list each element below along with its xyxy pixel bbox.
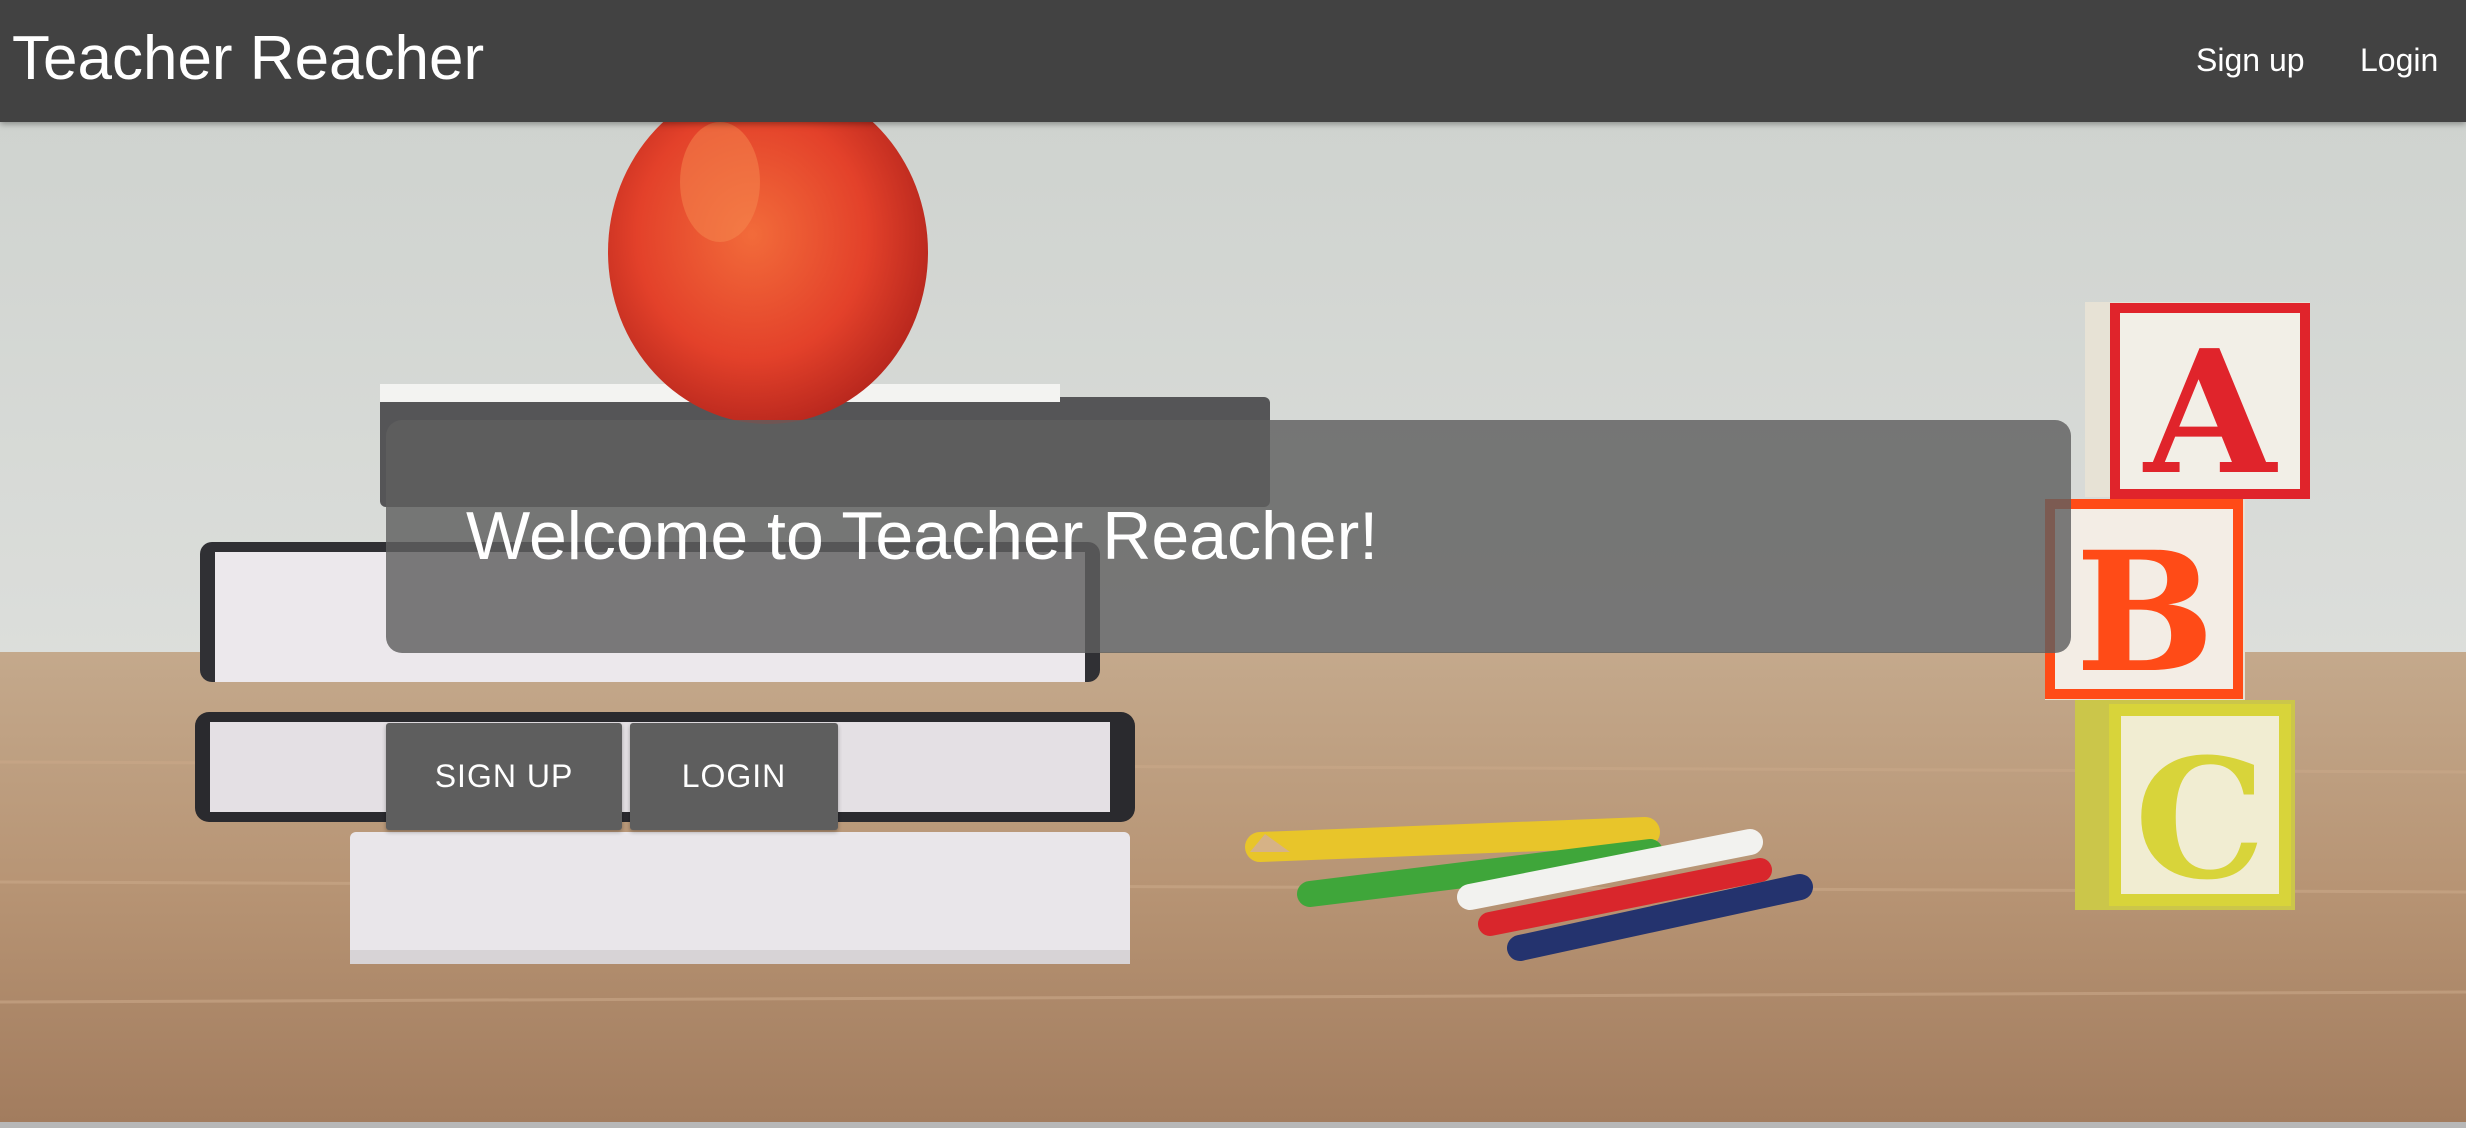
welcome-banner: Welcome to Teacher Reacher!: [386, 420, 2071, 653]
login-button[interactable]: LOGIN: [630, 723, 838, 830]
block-letter-a: A: [2142, 313, 2278, 513]
top-navbar: Teacher Reacher Sign up Login: [0, 0, 2466, 122]
block-letter-c: C: [2134, 722, 2265, 916]
nav-login-link[interactable]: Login: [2360, 40, 2438, 80]
hero-section: A B C Welcome to Teacher Reacher! SIGN U…: [0, 122, 2466, 1124]
block-letter-b: B: [2075, 515, 2214, 709]
signup-button[interactable]: SIGN UP: [386, 723, 622, 830]
welcome-heading: Welcome to Teacher Reacher!: [466, 498, 1379, 574]
brand-logo-link[interactable]: Teacher Reacher: [12, 22, 484, 96]
nav-signup-link[interactable]: Sign up: [2196, 40, 2305, 80]
page-bottom-edge: [0, 1122, 2466, 1128]
